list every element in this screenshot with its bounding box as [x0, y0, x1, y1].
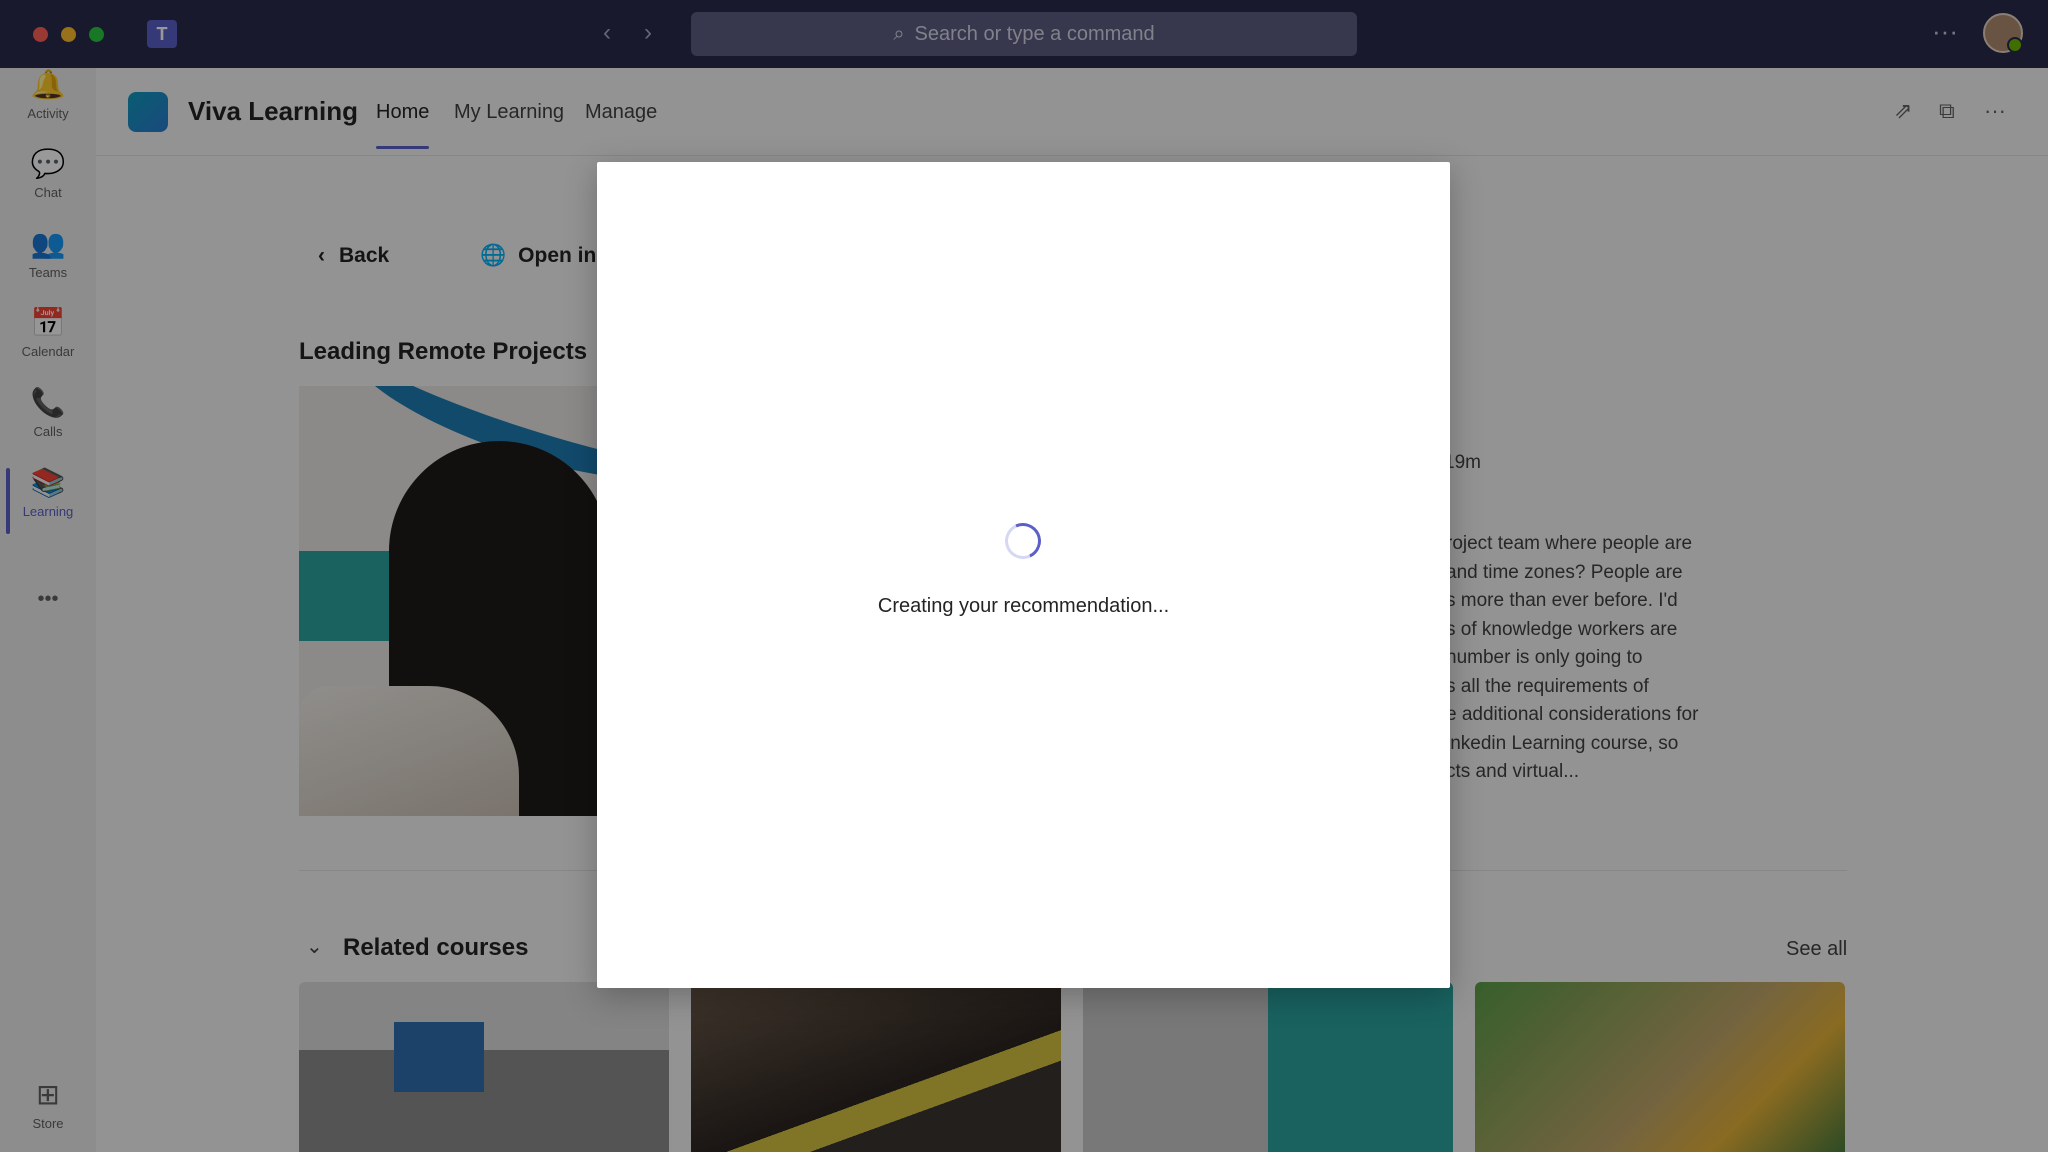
loading-message: Creating your recommendation...	[877, 595, 1170, 617]
recommendation-dialog: Creating your recommendation...	[597, 162, 1450, 988]
loading-spinner-icon	[999, 517, 1047, 565]
